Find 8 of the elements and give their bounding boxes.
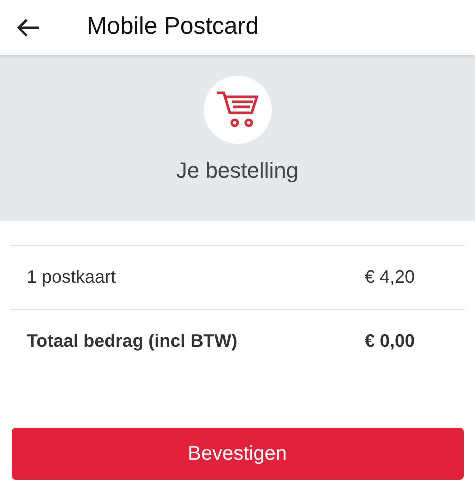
total-label: Totaal bedrag (incl BTW) (27, 330, 238, 353)
confirm-button[interactable]: Bevestigen (12, 428, 464, 480)
app-title: Mobile Postcard (87, 13, 260, 42)
item-price: € 4,20 (364, 266, 415, 289)
item-label: 1 postkaart (27, 266, 116, 289)
section-title: Je bestelling (176, 158, 299, 184)
total-amount: € 0,00 (364, 330, 415, 352)
back-arrow-icon[interactable] (16, 18, 40, 38)
